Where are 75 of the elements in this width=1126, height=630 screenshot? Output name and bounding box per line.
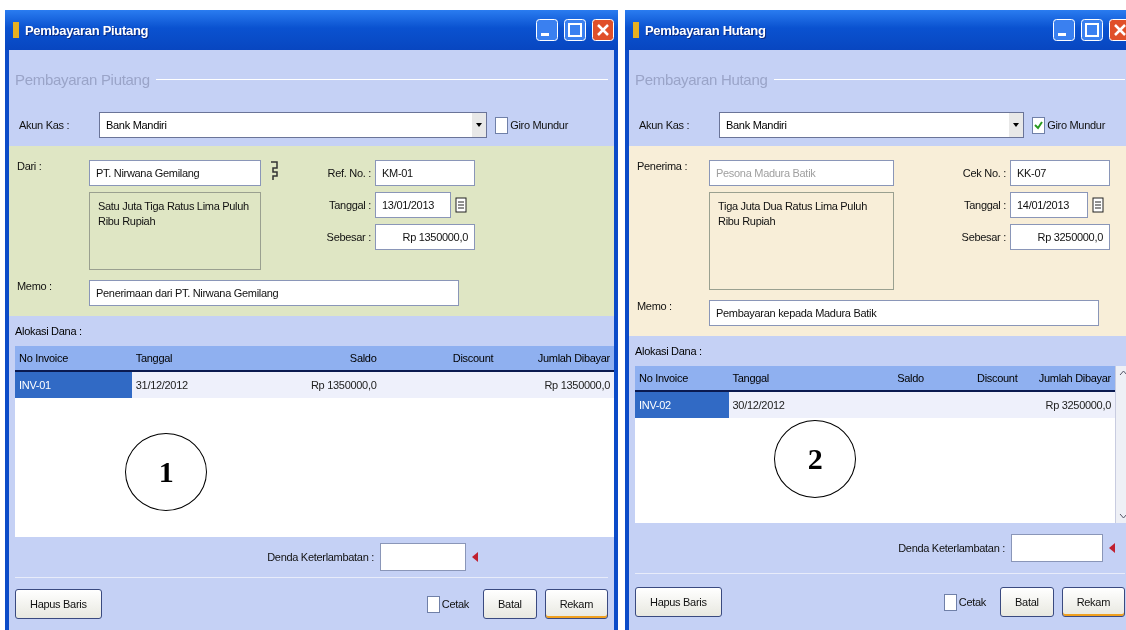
field-label: Tanggal : [328, 199, 371, 211]
section-label: Alokasi Dana : [635, 344, 703, 359]
field-label: Denda Keterlambatan : [267, 551, 374, 563]
input-field[interactable]: KM-01 [375, 160, 475, 186]
table-cell: INV-02 [635, 392, 729, 418]
column-header[interactable]: Tanggal [728, 366, 810, 390]
column-header[interactable]: Discount [927, 366, 1022, 390]
caret-icon [1009, 113, 1024, 137]
amount-in-words-box: Satu Juta Tiga Ratus Lima Puluh Ribu Rupiah [89, 192, 261, 270]
delete-row-button[interactable]: Hapus Baris [15, 589, 102, 619]
column-header[interactable]: Tanggal [131, 346, 234, 370]
scroll-up-icon[interactable] [1119, 370, 1126, 376]
section-label: Alokasi Dana : [15, 324, 83, 339]
field-label: Cek No. : [961, 167, 1006, 179]
minimize-icon[interactable] [536, 19, 558, 41]
checkbox[interactable] [943, 593, 957, 611]
maximize-icon[interactable] [1081, 19, 1103, 41]
input-field[interactable]: Penerimaan dari PT. Nirwana Gemilang [89, 280, 459, 306]
minimize-icon[interactable] [1053, 19, 1075, 41]
field-label: Tanggal : [963, 199, 1006, 211]
account-dropdown[interactable]: Bank Mandiri [99, 112, 488, 138]
column-header[interactable]: No Invoice [15, 346, 132, 370]
table-cell-text: Rp 1350000,0 [543, 378, 611, 393]
scroll-down-icon[interactable] [1119, 513, 1126, 519]
field-label: Dari : [17, 160, 43, 174]
field-label: Akun Kas : [639, 119, 691, 131]
field-label: Sebesar : [960, 231, 1006, 243]
table-cell-text: 30/12/2012 [731, 398, 786, 413]
table-cell-text: 31/12/2012 [134, 378, 189, 393]
table-cell-text: Rp 3250000,0 [1044, 398, 1112, 413]
field-label: Ref. No. : [326, 167, 371, 179]
table-cell-text: Rp 1350000,0 [309, 378, 378, 393]
checkbox-label: Cetak [958, 596, 987, 608]
table-cell: INV-01 [15, 372, 132, 398]
checkbox[interactable] [426, 595, 440, 613]
date-field[interactable]: 13/01/2013 [375, 192, 451, 218]
app-icon [13, 22, 19, 38]
amount-in-words-box: Tiga Juta Dua Ratus Lima Puluh Ribu Rupiah [709, 192, 894, 290]
marker-icon [472, 552, 478, 562]
window-title: Pembayaran Piutang [25, 22, 150, 38]
close-icon[interactable] [592, 19, 614, 41]
caret-icon [472, 113, 487, 137]
checkbox-label: Giro Mundur [510, 119, 568, 131]
checkbox[interactable] [495, 116, 509, 134]
field-label: Denda Keterlambatan : [898, 542, 1005, 554]
column-header[interactable]: No Invoice [635, 366, 729, 390]
column-header[interactable]: Saldo [809, 366, 928, 390]
column-header[interactable]: Discount [380, 346, 498, 370]
column-header[interactable]: Jumlah Dibayar [497, 346, 614, 370]
checkbox-label: Giro Mundur [1047, 119, 1105, 131]
checkbox[interactable] [1032, 116, 1046, 134]
column-header[interactable]: Saldo [233, 346, 381, 370]
window-title: Pembayaran Hutang [645, 22, 767, 38]
delete-row-button[interactable]: Hapus Baris [635, 587, 722, 617]
dialog-button[interactable]: Rekam [1061, 587, 1125, 617]
close-icon[interactable] [1109, 19, 1126, 41]
input-field[interactable]: Rp 1350000,0 [375, 224, 475, 250]
field-label: Akun Kas : [19, 119, 71, 131]
account-dropdown[interactable]: Bank Mandiri [719, 112, 1025, 138]
marker-icon [1109, 543, 1115, 553]
checkbox-label: Cetak [441, 598, 470, 610]
field-label: Memo : [637, 300, 673, 314]
dialog-button[interactable]: Batal [1000, 587, 1054, 617]
field-label: Penerima : [637, 160, 689, 174]
app-icon [633, 22, 639, 38]
input-field[interactable] [380, 543, 466, 571]
calendar-icon[interactable] [455, 197, 467, 213]
input-field[interactable]: PT. Nirwana Gemilang [89, 160, 261, 186]
input-field[interactable] [1011, 534, 1103, 562]
dialog-button[interactable]: Rekam [544, 589, 608, 619]
field-label: Sebesar : [325, 231, 371, 243]
column-header[interactable]: Jumlah Dibayar [1021, 366, 1115, 390]
maximize-icon[interactable] [564, 19, 586, 41]
field-label: Memo : [17, 280, 53, 294]
dialog-button[interactable]: Batal [483, 589, 537, 619]
